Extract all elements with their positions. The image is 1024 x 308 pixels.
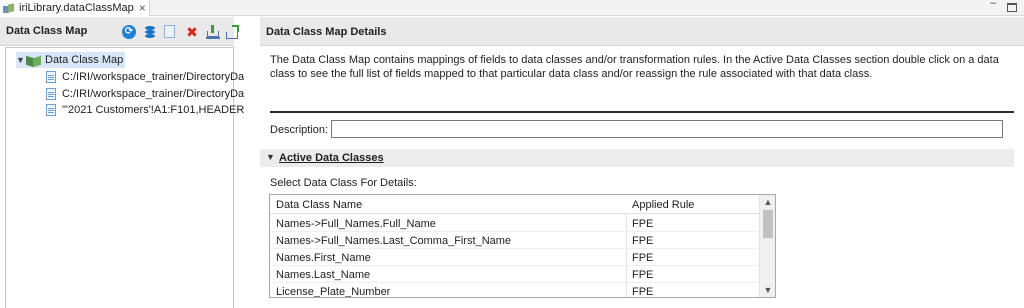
scroll-thumb[interactable] — [763, 210, 773, 238]
section-title[interactable]: Active Data Classes — [279, 152, 384, 164]
delete-icon[interactable]: ✖ — [185, 25, 199, 39]
data-class-name-cell: Names->Full_Names.Last_Comma_First_Name — [276, 235, 512, 247]
tree-item[interactable]: C:/IRI/workspace_trainer/DirectoryDa — [46, 69, 244, 85]
page-icon[interactable] — [164, 25, 175, 38]
scroll-down-icon[interactable]: ▼ — [760, 285, 775, 295]
vertical-scrollbar[interactable]: ▲ ▼ — [759, 195, 775, 297]
chevron-down-icon[interactable]: ▼ — [16, 55, 26, 65]
editor-tab-title: iriLibrary.dataClassMap — [19, 2, 134, 14]
select-data-class-label: Select Data Class For Details: — [270, 177, 417, 189]
minimize-icon[interactable]: – — [990, 0, 996, 9]
close-icon[interactable]: × — [139, 2, 146, 14]
page-title: Data Class Map Details — [266, 26, 387, 38]
table-row[interactable]: Names.First_Name FPE — [270, 249, 759, 266]
data-class-name-cell: Names.Last_Name — [276, 269, 371, 281]
applied-rule-cell: FPE — [632, 235, 654, 247]
data-class-map-tree[interactable]: ▼ Data Class Map C:/IRI/workspace_traine… — [5, 47, 244, 308]
tree-root-item[interactable]: ▼ Data Class Map — [16, 52, 126, 68]
editor-tab-bar: iriLibrary.dataClassMap × – — [0, 0, 1024, 16]
info-paragraph: The Data Class Map contains mappings of … — [270, 54, 999, 80]
table-row[interactable]: Names.Last_Name FPE — [270, 266, 759, 283]
column-header-applied-rule[interactable]: Applied Rule — [632, 199, 694, 211]
scroll-up-icon[interactable]: ▲ — [760, 197, 775, 207]
separator — [270, 111, 1014, 113]
file-icon — [46, 71, 56, 83]
left-pane-title: Data Class Map — [6, 25, 88, 37]
tree-item-label: C:/IRI/workspace_trainer/DirectoryDa — [62, 71, 244, 83]
tree-item-label: C:/IRI/workspace_trainer/DirectoryDa — [62, 88, 244, 100]
book-icon — [26, 55, 41, 67]
left-pane-header: Data Class Map ⟳ ✖ — [0, 17, 239, 46]
applied-rule-cell: FPE — [632, 286, 654, 298]
data-class-name-cell: Names->Full_Names.Full_Name — [276, 218, 436, 230]
applied-rule-cell: FPE — [632, 218, 654, 230]
tree-root-label: Data Class Map — [45, 54, 124, 66]
applied-rule-cell: FPE — [632, 252, 654, 264]
active-data-classes-table[interactable]: Data Class Name Applied Rule Names->Full… — [269, 194, 776, 298]
tree-item-label: "'2021 Customers'!A1:F101,HEADER;C — [62, 104, 244, 116]
table-header: Data Class Name Applied Rule — [270, 195, 759, 214]
table-row[interactable]: Names->Full_Names.Last_Comma_First_Name … — [270, 232, 759, 249]
tree-item[interactable]: "'2021 Customers'!A1:F101,HEADER;C — [46, 102, 244, 118]
applied-rule-cell: FPE — [632, 269, 654, 281]
description-field[interactable] — [331, 120, 1003, 138]
active-data-classes-section-header[interactable]: ▼ Active Data Classes — [260, 149, 1014, 167]
data-class-name-cell: License_Plate_Number — [276, 286, 391, 298]
tree-item[interactable]: C:/IRI/workspace_trainer/DirectoryDa — [46, 86, 244, 102]
refresh-icon[interactable]: ⟳ — [122, 25, 136, 39]
editor-tab[interactable]: iriLibrary.dataClassMap × — [0, 0, 150, 16]
database-icon[interactable] — [143, 25, 157, 39]
export-icon[interactable] — [226, 25, 240, 39]
file-icon — [46, 88, 56, 100]
data-class-map-icon — [3, 2, 15, 14]
table-row[interactable]: License_Plate_Number FPE — [270, 283, 759, 298]
right-pane-header: Data Class Map Details — [260, 17, 1024, 46]
table-row[interactable]: Names->Full_Names.Full_Name FPE — [270, 215, 759, 232]
file-icon — [46, 104, 56, 116]
import-icon[interactable] — [206, 25, 220, 39]
data-class-name-cell: Names.First_Name — [276, 252, 371, 264]
column-header-data-class-name[interactable]: Data Class Name — [276, 199, 362, 211]
description-label: Description: — [270, 124, 329, 136]
maximize-icon[interactable] — [1007, 3, 1017, 12]
chevron-down-icon[interactable]: ▼ — [266, 152, 275, 162]
